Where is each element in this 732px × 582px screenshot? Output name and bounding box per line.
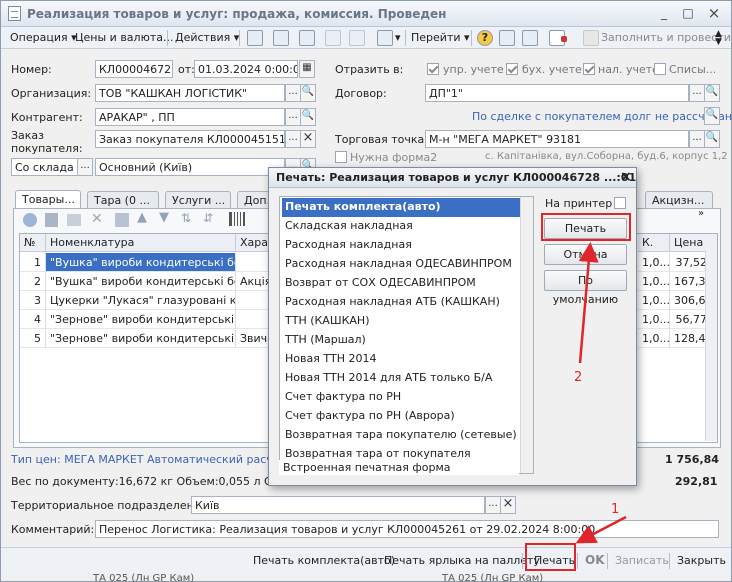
annotation-arrows xyxy=(575,242,627,544)
annotation-arrow-2 xyxy=(578,242,599,364)
annotation-arrow-1 xyxy=(575,515,627,544)
